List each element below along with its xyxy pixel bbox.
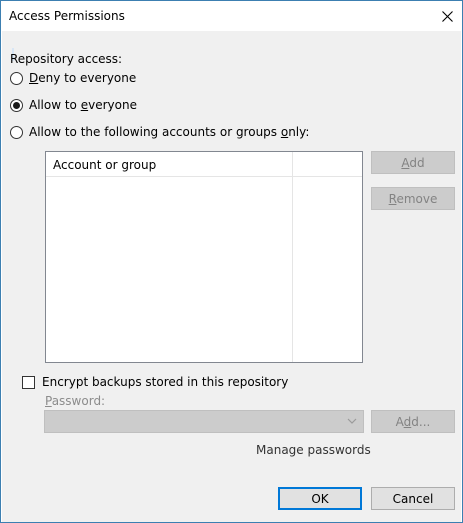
radio-allow-following[interactable]: Allow to the following accounts or group… [10, 125, 309, 139]
cancel-button[interactable]: Cancel [371, 487, 455, 510]
list-header: Account or group [46, 152, 362, 177]
button-label: Cancel [392, 491, 434, 506]
ok-button[interactable]: OK [278, 487, 362, 510]
column-header-account-or-group[interactable]: Account or group [53, 158, 156, 172]
add-account-button[interactable]: Add [371, 151, 455, 174]
encrypt-backups-label: Encrypt backups stored in this repositor… [42, 375, 289, 389]
radio-label: Allow to everyone [29, 98, 137, 112]
dialog-content: Repository access: Deny to everyone Allo… [2, 31, 461, 522]
dialog-title: Access Permissions [9, 9, 125, 23]
radio-button[interactable] [10, 125, 23, 139]
accounts-list[interactable]: Account or group [45, 151, 363, 363]
button-label: Add... [395, 414, 431, 429]
column-separator [292, 152, 293, 362]
title-bar: Access Permissions [1, 1, 462, 31]
radio-allow-everyone[interactable]: Allow to everyone [10, 98, 137, 112]
radio-label: Deny to everyone [29, 71, 137, 85]
repository-access-heading: Repository access: [10, 52, 123, 66]
radio-button-checked[interactable] [10, 98, 23, 112]
radio-button[interactable] [10, 71, 23, 85]
checkbox[interactable] [22, 375, 35, 389]
close-icon [441, 10, 453, 22]
remove-account-button[interactable]: Remove [371, 187, 455, 210]
password-combobox[interactable] [44, 410, 364, 433]
button-label: OK [311, 491, 329, 506]
radio-label: Allow to the following accounts or group… [29, 125, 310, 139]
radio-deny-everyone[interactable]: Deny to everyone [10, 71, 136, 85]
manage-passwords-link[interactable]: Manage passwords [256, 443, 371, 457]
button-label: Remove [388, 191, 438, 206]
password-label: Password: [45, 394, 106, 408]
access-permissions-dialog: Access Permissions Repository access: De… [0, 0, 463, 523]
chevron-down-icon [347, 418, 357, 424]
close-button[interactable] [432, 1, 462, 31]
button-label: Add [401, 155, 425, 170]
add-password-button[interactable]: Add... [371, 410, 455, 433]
encrypt-backups-checkbox[interactable]: Encrypt backups stored in this repositor… [22, 375, 288, 389]
